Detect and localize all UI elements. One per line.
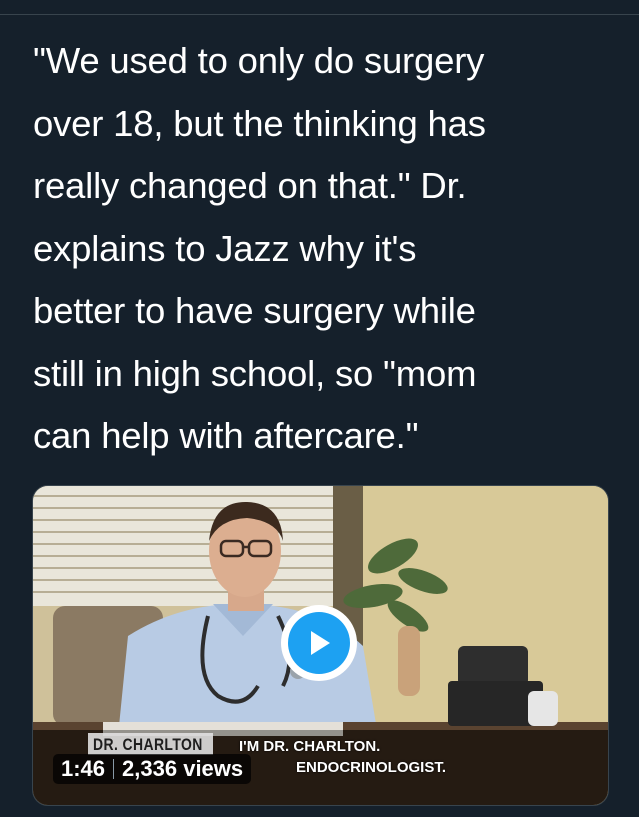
play-button[interactable] xyxy=(281,605,357,681)
video-player[interactable]: DR. CHARLTON I'M DR. CHARLTON. ENDOCRINO… xyxy=(32,485,609,806)
tweet-line: "We used to only do surgery xyxy=(33,40,485,81)
play-icon-circle xyxy=(288,612,350,674)
tweet-text: "We used to only do surgery over 18, but… xyxy=(33,30,613,468)
tweet-line: still in high school, so "mom xyxy=(33,352,477,394)
tweet-line: can help with aftercare." xyxy=(33,415,419,456)
chyron-text: I'M DR. CHARLTON. xyxy=(239,738,381,755)
video-duration: 1:46 xyxy=(61,756,106,781)
view-count: 2,336 views xyxy=(122,756,244,781)
tweet-line: explains to Jazz why it's xyxy=(33,227,417,269)
video-info-badge: 1:46 2,336 views xyxy=(53,754,252,784)
top-divider xyxy=(0,0,639,15)
chyron-name: DR. CHARLTON xyxy=(93,735,203,754)
tweet-line: better to have surgery while xyxy=(33,290,476,331)
tweet-line: over 18, but the thinking has xyxy=(33,102,486,144)
chyron-text: ENDOCRINOLOGIST. xyxy=(296,759,447,776)
badge-divider xyxy=(113,759,115,779)
tweet-line: really changed on that." Dr. xyxy=(33,165,467,206)
play-icon xyxy=(311,631,330,655)
